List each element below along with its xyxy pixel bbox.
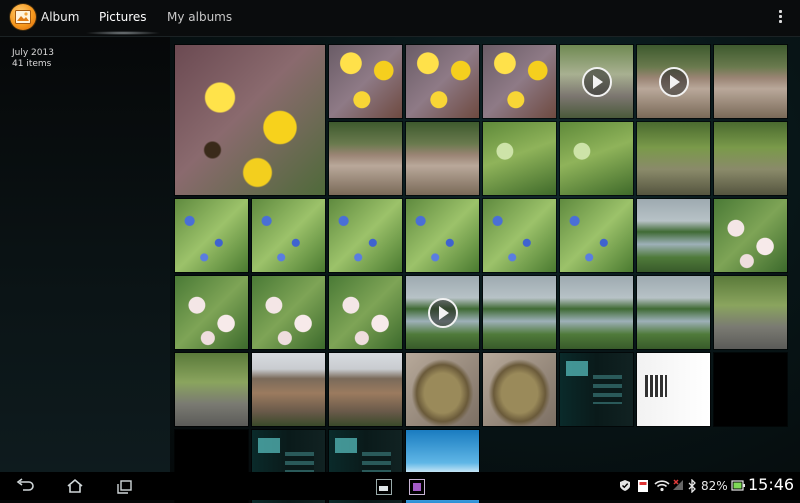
photo-thumbnail[interactable] <box>637 353 710 426</box>
battery-percentage: 82% <box>701 479 728 493</box>
photo-thumbnail[interactable] <box>483 199 556 272</box>
photo-thumbnail[interactable] <box>714 122 787 195</box>
photo-thumbnail[interactable] <box>175 199 248 272</box>
photo-thumbnail[interactable] <box>406 199 479 272</box>
photo-thumbnail[interactable] <box>714 353 787 426</box>
photo-thumbnail[interactable] <box>329 45 402 118</box>
bluetooth-icon <box>688 479 696 493</box>
back-icon[interactable] <box>14 477 36 495</box>
play-icon <box>658 66 689 97</box>
video-thumbnail[interactable] <box>560 45 633 118</box>
photo-thumbnail[interactable] <box>483 353 556 426</box>
system-bar: 82% 15:46 <box>0 472 800 500</box>
photo-thumbnail[interactable] <box>637 199 710 272</box>
photo-thumbnail[interactable] <box>175 45 325 195</box>
photo-thumbnail[interactable] <box>329 199 402 272</box>
notification-shield-icon[interactable] <box>619 479 631 492</box>
app-title: Album <box>41 10 80 24</box>
photo-thumbnail[interactable] <box>483 45 556 118</box>
photo-thumbnail[interactable] <box>560 199 633 272</box>
photo-thumbnail[interactable] <box>252 276 325 349</box>
overflow-menu-icon[interactable] <box>774 10 786 26</box>
photo-thumbnail[interactable] <box>560 122 633 195</box>
photo-thumbnail[interactable] <box>406 45 479 118</box>
photo-thumbnail[interactable] <box>252 353 325 426</box>
no-signal-icon <box>673 479 683 490</box>
tab-pictures[interactable]: Pictures <box>85 10 160 35</box>
photo-thumbnail[interactable] <box>329 276 402 349</box>
battery-icon <box>731 480 745 491</box>
thumbnail-grid <box>170 37 800 503</box>
album-app-icon[interactable] <box>10 4 36 30</box>
album-info-panel: July 2013 41 items <box>0 37 170 472</box>
photo-thumbnail[interactable] <box>560 276 633 349</box>
picture-icon <box>15 10 31 24</box>
small-app-icon[interactable] <box>409 479 425 495</box>
video-thumbnail[interactable] <box>637 45 710 118</box>
photo-thumbnail[interactable] <box>406 122 479 195</box>
photo-thumbnail[interactable] <box>252 199 325 272</box>
photo-thumbnail[interactable] <box>483 122 556 195</box>
photo-thumbnail[interactable] <box>714 276 787 349</box>
action-bar: Album Pictures My albums <box>0 0 800 37</box>
play-icon <box>581 66 612 97</box>
photo-thumbnail[interactable] <box>175 276 248 349</box>
recent-apps-icon[interactable] <box>114 477 136 495</box>
album-item-count: 41 items <box>12 59 52 69</box>
photo-thumbnail[interactable] <box>560 353 633 426</box>
play-icon <box>427 297 458 328</box>
home-icon[interactable] <box>64 477 86 495</box>
tab-my-albums[interactable]: My albums <box>167 10 232 24</box>
wifi-icon <box>654 480 670 492</box>
photo-thumbnail[interactable] <box>714 199 787 272</box>
video-thumbnail[interactable] <box>406 276 479 349</box>
photo-thumbnail[interactable] <box>637 122 710 195</box>
photo-thumbnail[interactable] <box>637 276 710 349</box>
photo-thumbnail[interactable] <box>406 353 479 426</box>
photo-thumbnail[interactable] <box>483 276 556 349</box>
clock: 15:46 <box>748 475 795 494</box>
album-date: July 2013 <box>12 48 54 58</box>
photo-thumbnail[interactable] <box>329 353 402 426</box>
photo-thumbnail[interactable] <box>714 45 787 118</box>
notification-document-icon[interactable] <box>637 479 649 493</box>
photo-thumbnail[interactable] <box>175 353 248 426</box>
small-app-window-icon[interactable] <box>376 479 392 495</box>
photo-thumbnail[interactable] <box>329 122 402 195</box>
